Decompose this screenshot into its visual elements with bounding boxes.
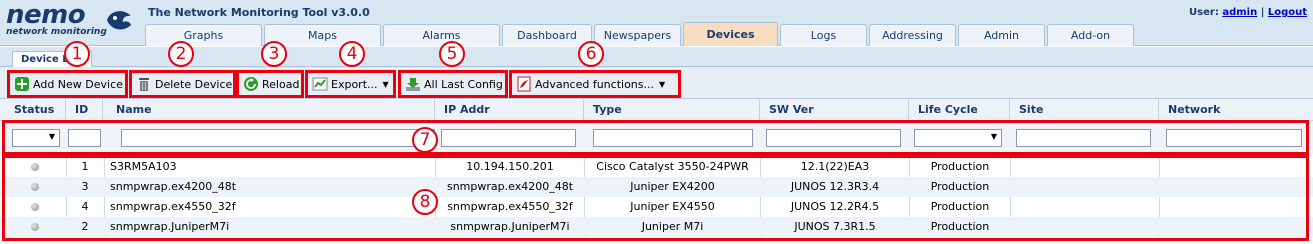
all-last-config-button[interactable]: All Last Config bbox=[398, 70, 508, 98]
annotation-marker: 3 bbox=[261, 41, 287, 67]
table-header: Status ID Name IP Addr Type SW Ver Life … bbox=[0, 99, 1313, 121]
annotation-marker: 8 bbox=[412, 189, 438, 215]
add-new-device-button[interactable]: Add New Device bbox=[7, 70, 128, 98]
logout-link[interactable]: Logout bbox=[1268, 7, 1307, 18]
chevron-down-icon: ▼ bbox=[382, 79, 389, 89]
tab-addressing[interactable]: Addressing bbox=[869, 24, 956, 46]
logo-subtitle: network monitoring bbox=[6, 27, 107, 37]
user-label: User: bbox=[1189, 7, 1219, 18]
tab-devices[interactable]: Devices bbox=[683, 22, 778, 46]
add-plus-icon bbox=[15, 77, 29, 91]
logo-mark-icon bbox=[107, 11, 131, 30]
export-label: Export... bbox=[331, 77, 378, 91]
tab-logs[interactable]: Logs bbox=[780, 24, 867, 46]
tab-dashboard[interactable]: Dashboard bbox=[502, 24, 592, 46]
column-ip-addr[interactable]: IP Addr bbox=[436, 99, 584, 121]
annotation-marker: 5 bbox=[439, 41, 465, 67]
export-chart-icon bbox=[312, 77, 328, 91]
user-info: User: admin | Logout bbox=[1189, 7, 1307, 18]
user-link[interactable]: admin bbox=[1222, 7, 1257, 18]
delete-device-label: Delete Device bbox=[155, 77, 233, 91]
tab-add-on[interactable]: Add-on bbox=[1047, 24, 1134, 46]
main-tabs: Graphs Maps Alarms Dashboard Newspapers … bbox=[145, 22, 1136, 46]
advanced-functions-button[interactable]: Advanced functions... ▼ bbox=[509, 70, 681, 98]
filter-row-highlight bbox=[2, 120, 1309, 155]
add-new-device-label: Add New Device bbox=[33, 77, 123, 91]
column-network[interactable]: Network bbox=[1160, 99, 1308, 121]
nemo-logo: nemo network monitoring bbox=[4, 0, 136, 42]
app-title: The Network Monitoring Tool v3.0.0 bbox=[148, 6, 370, 19]
column-name[interactable]: Name bbox=[108, 99, 435, 121]
data-rows-highlight bbox=[2, 155, 1309, 241]
annotation-marker: 7 bbox=[412, 127, 438, 153]
column-site[interactable]: Site bbox=[1011, 99, 1159, 121]
trash-icon bbox=[139, 78, 149, 91]
tab-graphs[interactable]: Graphs bbox=[145, 24, 262, 46]
logo-word: nemo bbox=[6, 0, 86, 30]
pdf-tools-icon bbox=[517, 76, 531, 92]
column-type[interactable]: Type bbox=[585, 99, 760, 121]
toolbar: Add New Device Delete Device Reload Expo… bbox=[0, 67, 1313, 99]
annotation-marker: 2 bbox=[168, 41, 194, 67]
export-button[interactable]: Export... ▼ bbox=[305, 70, 396, 98]
annotation-marker: 4 bbox=[339, 41, 365, 67]
all-last-config-label: All Last Config bbox=[424, 77, 503, 91]
reload-button[interactable]: Reload bbox=[236, 70, 304, 98]
column-sw-ver[interactable]: SW Ver bbox=[761, 99, 909, 121]
column-status[interactable]: Status bbox=[6, 99, 66, 121]
sub-tab-bar: Device List bbox=[0, 47, 1313, 67]
column-life-cycle[interactable]: Life Cycle bbox=[910, 99, 1010, 121]
advanced-functions-label: Advanced functions... bbox=[535, 77, 654, 91]
tab-newspapers[interactable]: Newspapers bbox=[594, 24, 681, 46]
tab-alarms[interactable]: Alarms bbox=[383, 24, 500, 46]
annotation-marker: 6 bbox=[578, 41, 604, 67]
delete-device-button[interactable]: Delete Device bbox=[129, 70, 236, 98]
app-header: nemo network monitoring The Network Moni… bbox=[0, 0, 1313, 46]
chevron-down-icon: ▼ bbox=[659, 79, 666, 89]
download-icon bbox=[406, 78, 420, 91]
tab-admin[interactable]: Admin bbox=[958, 24, 1045, 46]
reload-label: Reload bbox=[262, 77, 300, 91]
column-id[interactable]: ID bbox=[67, 99, 103, 121]
reload-icon bbox=[244, 77, 258, 91]
annotation-marker: 1 bbox=[64, 41, 90, 67]
user-separator: | bbox=[1260, 7, 1265, 18]
nemo-app: nemo network monitoring The Network Moni… bbox=[0, 0, 1313, 244]
